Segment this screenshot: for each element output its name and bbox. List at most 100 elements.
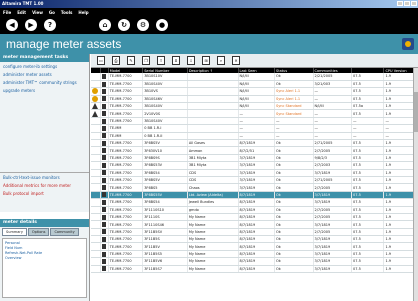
status-icon[interactable]: ● — [156, 19, 168, 31]
table-cell: 3B10S46V — [142, 95, 188, 104]
main-panel: ▭ ⎙ ✎ ❐ ⇪ ⊻ ⇩ ⊞ ⌕ ✕ Model Serial Number De… — [91, 54, 418, 301]
bulk-link-metrics[interactable]: Additional metrics for more meter — [0, 181, 89, 189]
meter-icon — [102, 185, 107, 191]
table-cell: 3B10S40V — [142, 117, 188, 126]
menu-file[interactable]: File — [3, 10, 11, 15]
table-row[interactable]: TE-MM 0 BB 1.R-II — — — — — — [91, 132, 418, 141]
table-row[interactable]: TE-MM-7700 3B10S46V N/I/III Sync Aleri 1.1—… — [91, 95, 418, 104]
export-icon[interactable]: ⇪ — [157, 56, 165, 65]
table-row[interactable]: TE-MM-7700 3F1110S10 gmdo 8/7/1819 Ok 2/7/200… — [91, 206, 418, 214]
table-cell: TE-MM-7700 — [108, 183, 144, 192]
table-cell: 3B10VS — [142, 87, 188, 96]
table-row[interactable]: TE-MM-7700 3B10S40V — — — — — — [91, 117, 418, 126]
edit-icon[interactable]: ✎ — [127, 56, 135, 65]
device-cell — [100, 257, 109, 266]
table-cell: 3/7/1819 — [238, 169, 275, 177]
document-icon[interactable]: ▭ — [97, 56, 105, 65]
table-row[interactable]: TE-MM-7700 3F6BS54 CDS 3/7/1819 Ok 3/7/1819 07… — [91, 169, 418, 177]
find-icon[interactable]: ⌕ — [217, 56, 225, 65]
table-cell: N/I/III — [238, 80, 275, 89]
refresh-icon[interactable]: ↻ — [118, 19, 130, 31]
vertical-scrollbar[interactable] — [413, 68, 418, 301]
close-button[interactable] — [411, 1, 417, 6]
table-cell — [187, 73, 239, 81]
table-cell: Ok — [274, 228, 314, 237]
table-cell: 07.5 — [351, 80, 385, 89]
table-cell: 8/7/1819 — [238, 265, 275, 274]
copy-icon[interactable]: ❐ — [142, 56, 150, 65]
table-row[interactable]: TE-MM-7700 3F6BS53V 3B1 Mlyta 3/7/1819 Ok 2/7… — [91, 161, 418, 170]
forward-icon[interactable]: ▶ — [25, 19, 37, 31]
table-row[interactable]: TE-MM-7700 3B10S40V N/I/III Sync Standard N/… — [91, 102, 418, 111]
table-row[interactable]: TE-MM-7700 3F6BS5V CDS 3/7/1819 Ok 2/71/2005 0… — [91, 176, 418, 185]
table-cell: 8/7/1819 — [238, 257, 275, 266]
back-icon[interactable]: ◀ — [6, 19, 18, 31]
table-row[interactable]: TE-MM-7700 3F11B5S5 My Name 8/7/1819 Ok 3/7/1… — [91, 250, 418, 259]
import-icon[interactable]: ⇩ — [187, 56, 195, 65]
help-icon[interactable]: ? — [44, 19, 56, 31]
table-row[interactable]: TE-MM-7700 3F11B5V6 My Name 8/7/1819 Ok 3/7/1… — [91, 257, 418, 266]
table-row[interactable]: TE-MM-7700 2V10V0S — Sync Standard —07.5 1.9 — [91, 109, 418, 118]
table-cell: 07.5 — [351, 213, 385, 222]
table-row[interactable]: TE-MM-7700 3F11B5SV My Name 8/7/1819 Ok 2/7/2… — [91, 228, 418, 237]
table-row[interactable]: TE-MM-7700 3F1110S46 My Name 8/7/1819 Ok 3/7/… — [91, 220, 418, 229]
device-cell — [100, 191, 109, 200]
menu-help[interactable]: Help — [78, 10, 88, 15]
arrange-icon[interactable]: ⊞ — [202, 56, 210, 65]
table-cell: 07.5 — [351, 191, 385, 200]
tab-community[interactable]: Community — [50, 228, 79, 236]
task-link-upgrade[interactable]: upgrade meters — [0, 86, 89, 94]
table-cell: 2/7/2003 — [313, 161, 353, 170]
meter-icon — [102, 251, 107, 257]
tab-options[interactable]: Options — [27, 228, 50, 236]
table-row[interactable]: TE-MM-7700 3F6BS55V Ltd. Aview (Aldelta) 8/… — [91, 191, 418, 200]
table-cell: Jewell Bundles — [187, 198, 239, 207]
table-row[interactable]: TE-MM-7700 3F11B5V My Name 8/7/1819 Ok 3/7/18… — [91, 242, 418, 251]
detail-item[interactable]: Overview — [5, 256, 84, 261]
table-row[interactable]: TE-MM-7700 3B10VS N/I/III Sync Aleri 1.1—07… — [91, 87, 418, 96]
menu-go[interactable]: Go — [49, 10, 55, 15]
device-cell — [100, 228, 109, 237]
print-icon[interactable]: ⎙ — [112, 56, 120, 65]
minimize-button[interactable] — [397, 1, 403, 6]
table-cell: 3F6BS5V — [142, 139, 188, 148]
bulk-link-import[interactable]: Bulk protocol import — [0, 189, 89, 197]
bulk-link-monitors[interactable]: Bulk-ctrl-text-issue monitors — [0, 173, 89, 181]
title-bar: Altamira TMT 1.00 — [0, 0, 418, 8]
table-cell — [187, 117, 239, 126]
table-row[interactable]: TE-MM-7700 3F630V10 Ammon 8/7/2/51 Ok 2/7/200… — [91, 146, 418, 155]
task-link-community-strings[interactable]: administer TMT™ community strings — [0, 78, 89, 86]
menu-edit[interactable]: Edit — [17, 10, 26, 15]
home-icon[interactable]: ⌂ — [99, 19, 111, 31]
table-row[interactable]: TE-MM-7700 3F6BS5V All Gases 8/7/1819 Ok 2/71… — [91, 139, 418, 148]
table-cell: My Name — [187, 257, 239, 266]
task-link-administer-assets[interactable]: administer meter assets — [0, 70, 89, 78]
table-row[interactable]: TE-MM-7700 3B10S40V N/I/III Ok 3/21/003 07.5 1… — [91, 80, 418, 89]
table-row[interactable]: TE-MM-7700 3F11B5S My Name 8/7/1819 Ok 3/7/18… — [91, 235, 418, 244]
table-row[interactable]: TE-MM-7700 3F6BS5 Chaos 3/7/1819 Ok 2/7/2005 0… — [91, 183, 418, 192]
device-cell — [100, 146, 109, 155]
device-cell — [100, 161, 109, 170]
table-cell: Ok — [274, 183, 314, 192]
settings-icon[interactable]: ⚙ — [137, 19, 149, 31]
table-cell: 3F11B5S5 — [142, 250, 188, 259]
status-cell — [91, 132, 101, 141]
table-row[interactable]: TE-MM-7700 3F1110S My Name 8/7/1819 Ok 2/7/20… — [91, 213, 418, 222]
tab-summary[interactable]: Summary — [2, 228, 27, 236]
maximize-button[interactable] — [404, 1, 410, 6]
table-row[interactable]: TE-MM-7700 3B10S10V N/I/III Ok 2/21/2005 07.5… — [91, 73, 418, 81]
task-link-configure[interactable]: configure meter-ib settings — [0, 62, 89, 70]
meter-icon — [102, 258, 107, 264]
scrollbar-thumb[interactable] — [414, 92, 418, 132]
table-row[interactable]: TE-MM 0 BB 1.R-I — — — — — — [91, 124, 418, 133]
table-cell: Ok — [274, 257, 314, 266]
table-row[interactable]: TE-MM-7700 3F6BS54 Jewell Bundles 8/7/1819 O… — [91, 198, 418, 207]
table-row[interactable]: TE-MM-7700 3F6BS9S 3B1 Mlyta 3/7/1819 Ok 9/8/… — [91, 154, 418, 163]
table-row[interactable]: TE-MM-7700 3F11B5S7 My Name 8/7/1819 Ok 3/7/1… — [91, 265, 418, 274]
table-cell: 8/7/1819 — [238, 220, 275, 229]
table-cell: My Name — [187, 265, 239, 274]
menu-view[interactable]: View — [32, 10, 43, 15]
menu-tools[interactable]: Tools — [61, 10, 72, 15]
filter-icon[interactable]: ⊻ — [172, 56, 180, 65]
delete-icon[interactable]: ✕ — [232, 56, 240, 65]
